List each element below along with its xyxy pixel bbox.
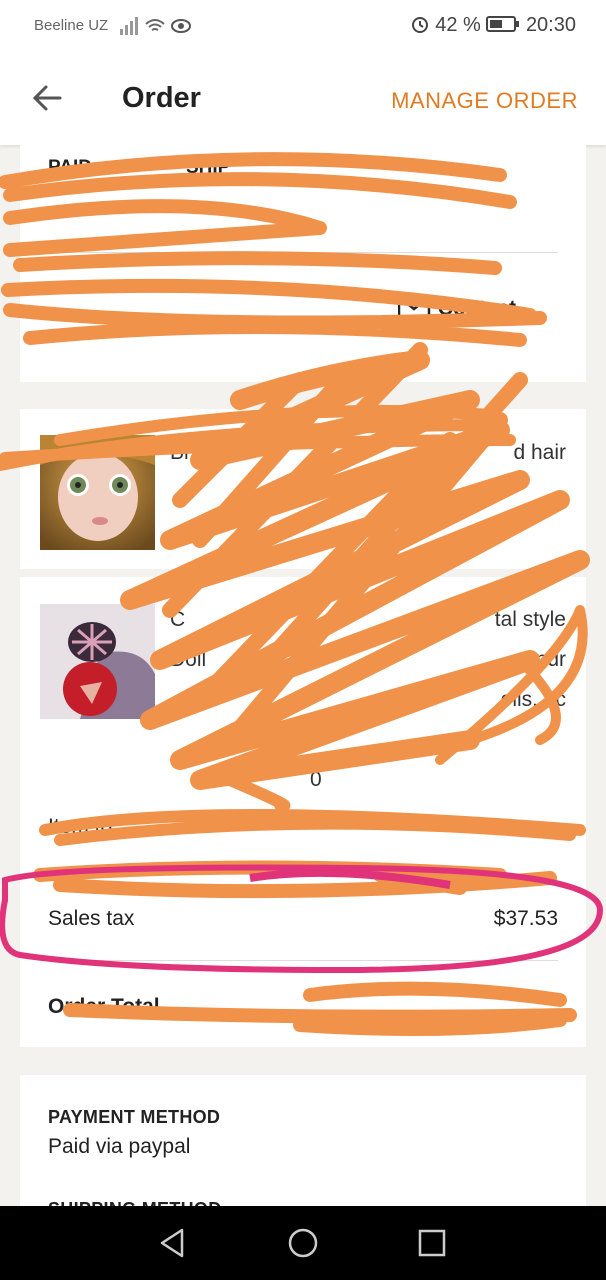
clock: 20:30 xyxy=(525,14,576,36)
nav-home-icon[interactable] xyxy=(286,1226,320,1260)
pomegranate-photo-thumbnail[interactable] xyxy=(40,604,155,719)
status-right: 42 % 20:30 xyxy=(410,14,576,37)
item-1-title: Bl d hair xyxy=(170,441,566,464)
order-item-1[interactable]: Bl d hair xyxy=(20,409,586,569)
status-bar: Beeline UZ 42 % 20:30 xyxy=(0,0,606,52)
nav-back-icon[interactable] xyxy=(156,1226,190,1260)
item-total-row: Item to xyxy=(48,815,113,838)
divider xyxy=(48,252,558,253)
alarm-icon xyxy=(411,17,428,33)
manage-order-button[interactable]: MANAGE ORDER xyxy=(391,88,578,114)
nav-recents-icon[interactable] xyxy=(415,1226,449,1260)
payment-method-label: PAYMENT METHOD xyxy=(48,1107,221,1127)
order-total-label: Order Total xyxy=(48,995,160,1018)
app-bar: Order MANAGE ORDER xyxy=(0,52,606,145)
signal-wifi-eye-icons xyxy=(120,17,191,35)
battery-percent: 42 % xyxy=(435,14,481,36)
contact-button[interactable]: Contact xyxy=(397,295,517,321)
divider xyxy=(48,960,558,961)
item-2-description[interactable]: C tal style Doll ndr olls, ac 0 xyxy=(170,600,566,800)
order-summary-card: PAID SHIP Contact xyxy=(20,145,586,382)
carrier-label: Beeline UZ xyxy=(34,17,109,34)
ship-label: SHIP xyxy=(186,157,231,178)
battery-icon xyxy=(486,16,520,32)
envelope-icon xyxy=(397,295,431,319)
doll-photo-thumbnail xyxy=(40,435,155,550)
back-arrow-icon[interactable] xyxy=(30,80,66,116)
system-nav-bar xyxy=(0,1206,606,1280)
sales-tax-row: Sales tax $37.53 xyxy=(48,907,558,931)
payment-method-value: Paid via paypal xyxy=(48,1135,191,1158)
order-total-row: Order Total xyxy=(48,995,558,1019)
contact-label: Contact xyxy=(437,297,517,320)
sales-tax-value: $37.53 xyxy=(493,907,558,930)
payment-card: PAYMENT METHOD Paid via paypal SHIPPING … xyxy=(20,1075,586,1219)
page-title: Order xyxy=(122,82,201,114)
order-item-2-and-totals: C tal style Doll ndr olls, ac 0 Item to … xyxy=(20,577,586,1047)
sales-tax-label: Sales tax xyxy=(48,907,135,930)
